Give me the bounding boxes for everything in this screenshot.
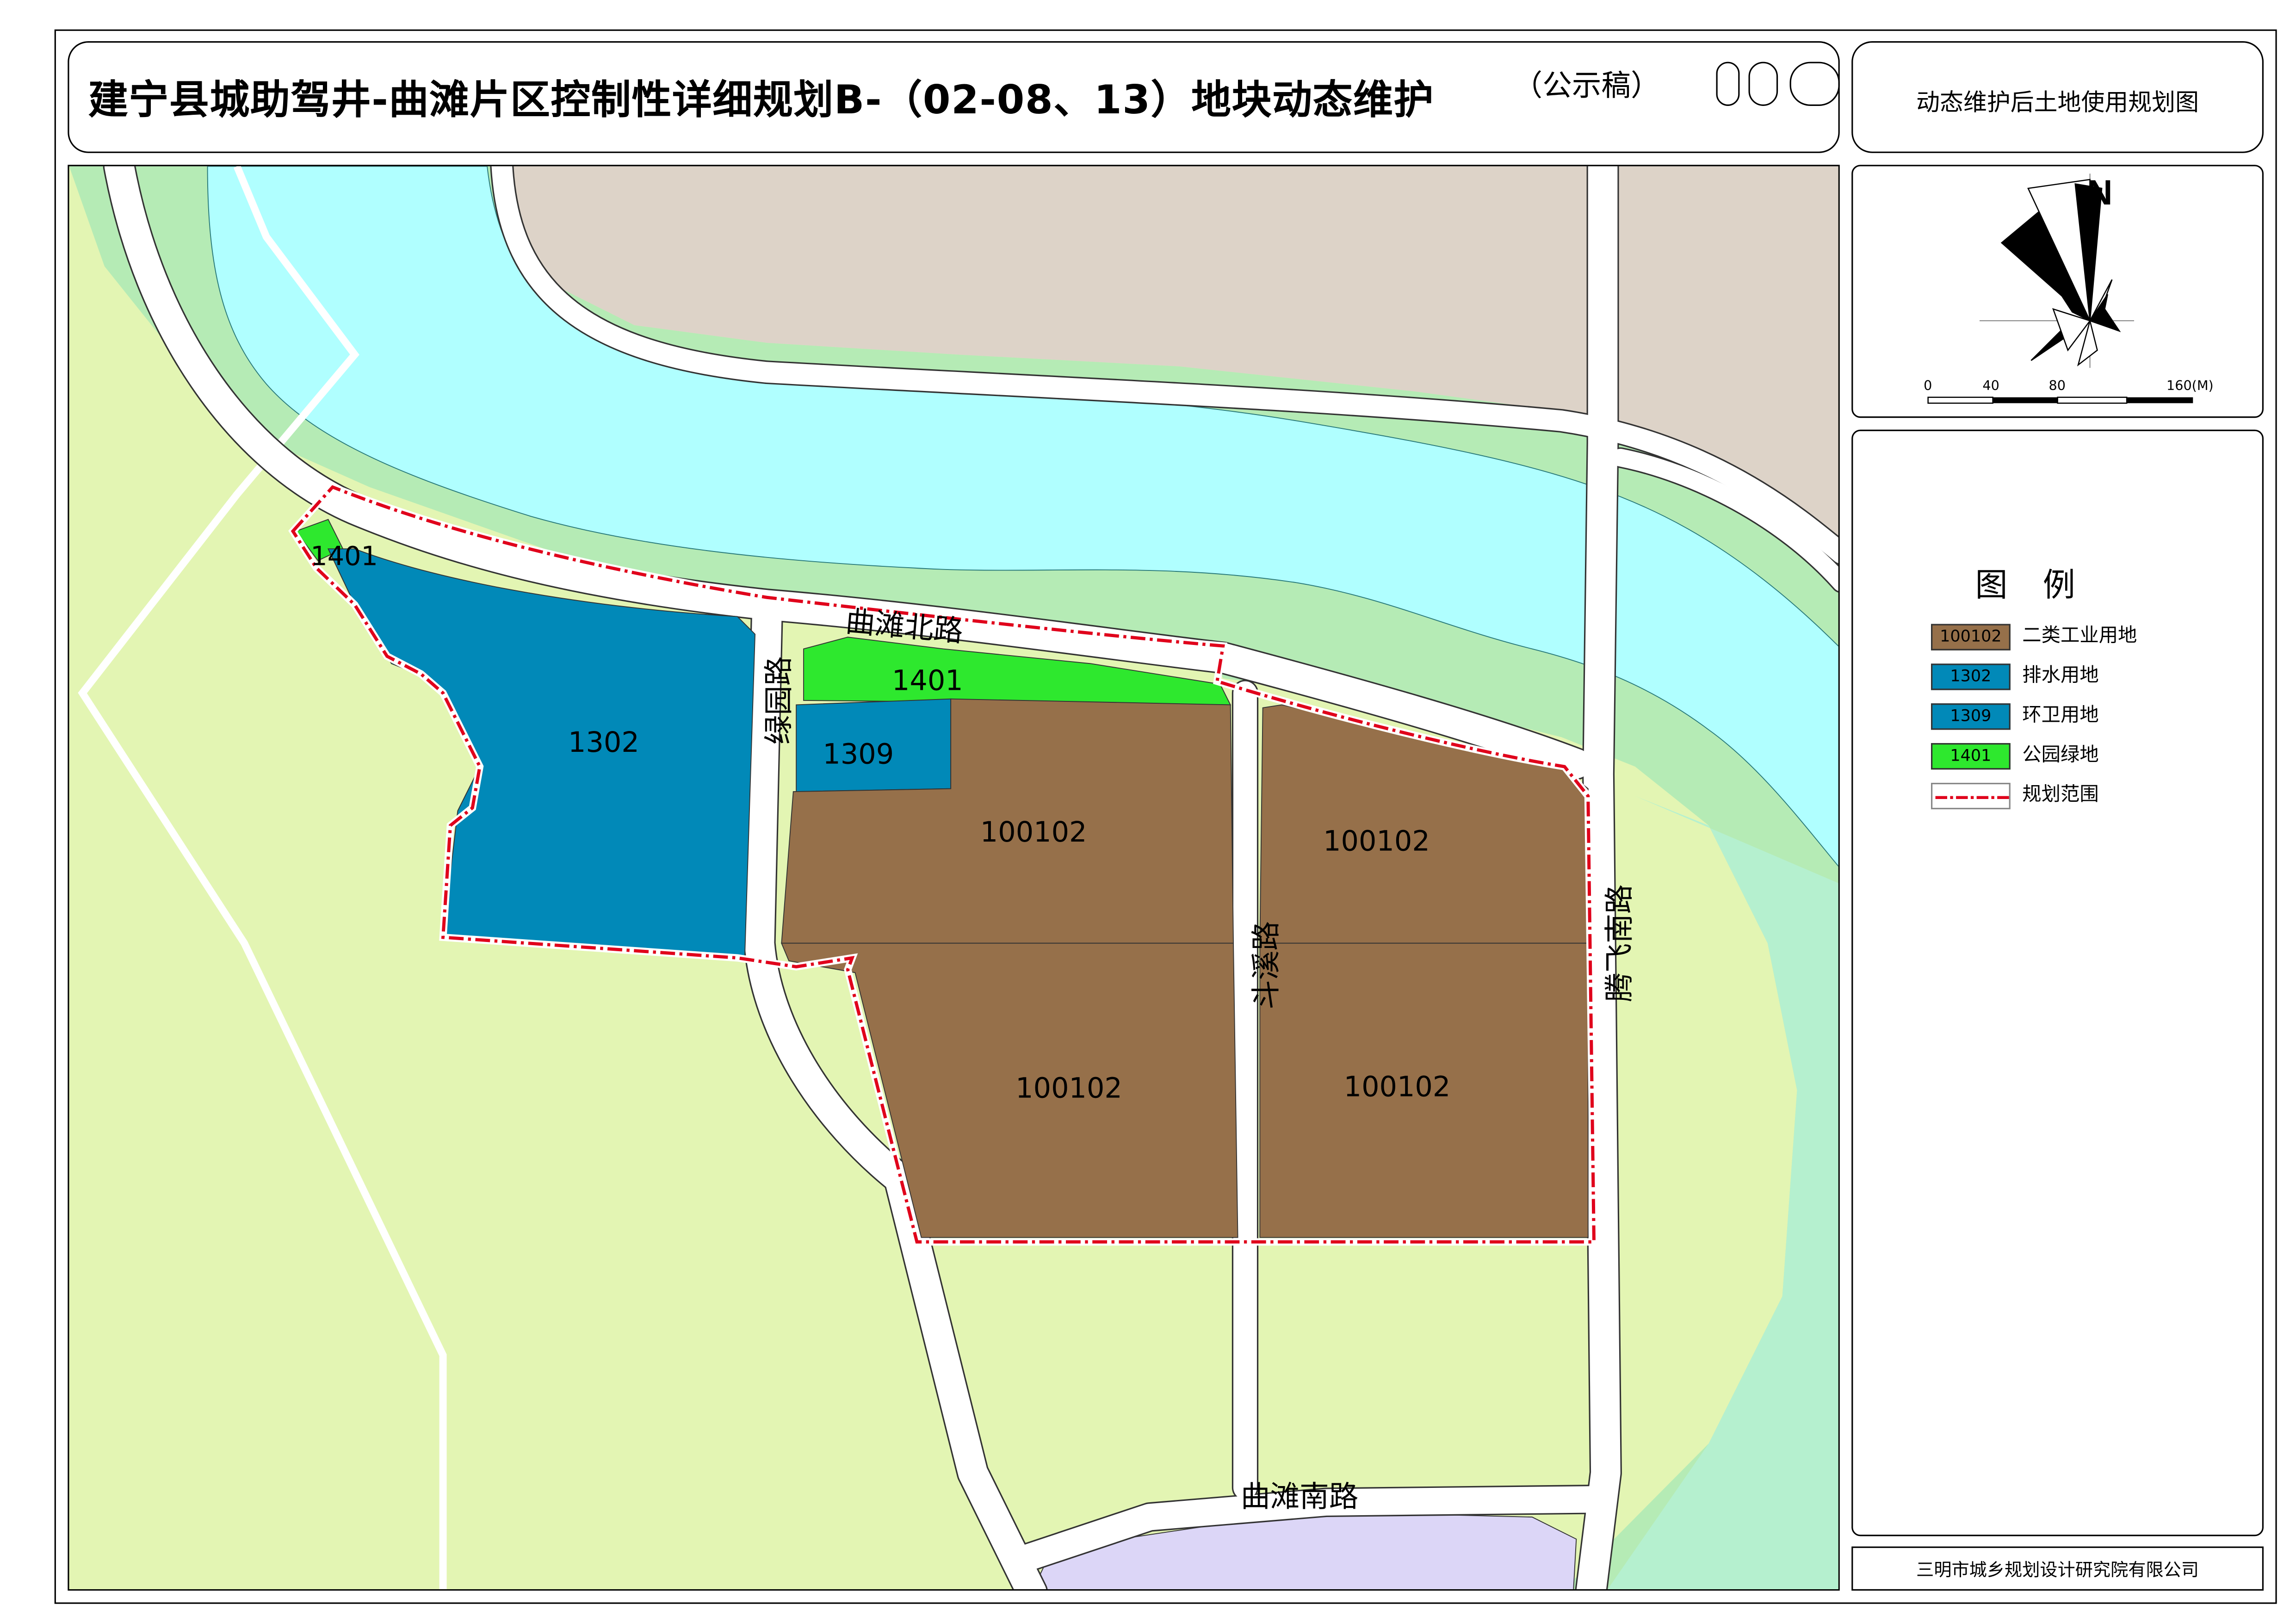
map-panel[interactable]: 1401 1302 1401 1309 100102 100102 100102… xyxy=(68,165,1840,1591)
parcel-label: 1302 xyxy=(568,726,639,759)
stamp-slot xyxy=(1748,62,1778,106)
parcel-label: 1401 xyxy=(892,665,963,697)
organization-name: 三明市城乡规划设计研究院有限公司 xyxy=(1916,1560,2199,1580)
legend-label: 公园绿地 xyxy=(2022,744,2099,767)
boundary-line-icon xyxy=(1931,782,2011,810)
scale-tick: 40 xyxy=(1982,379,1999,395)
stamp-slot xyxy=(1716,62,1740,106)
road-label: 绿园路 xyxy=(762,656,796,744)
legend-swatch: 1309 xyxy=(1931,703,2011,730)
map-title: 建宁县城助驾井-曲滩片区控制性详细规划B-（02-08、13）地块动态维护 xyxy=(88,78,1435,124)
parcel-label: 100102 xyxy=(980,816,1087,849)
road-label: 斗溪路 xyxy=(1249,921,1283,1010)
scale-tick: 80 xyxy=(2048,379,2066,395)
land-use-map[interactable]: 1401 1302 1401 1309 100102 100102 100102… xyxy=(69,166,1840,1591)
scale-tick: 160(M) xyxy=(2166,379,2214,395)
legend-swatch: 1401 xyxy=(1931,743,2011,770)
legend-swatch: 1302 xyxy=(1931,663,2011,690)
north-arrow-label: N xyxy=(2087,173,2113,214)
parcel-label: 1309 xyxy=(823,738,894,771)
legend-label: 规划范围 xyxy=(2022,784,2099,806)
scale-tick: 0 xyxy=(1924,379,1932,395)
parcel-label: 100102 xyxy=(1344,1071,1451,1103)
stamp-slot xyxy=(1789,62,1840,106)
road-label: 曲滩南路 xyxy=(1241,1480,1358,1514)
legend-label: 排水用地 xyxy=(2022,665,2099,688)
drawing-name: 动态维护后土地使用规划图 xyxy=(1916,88,2199,117)
draft-status: （公示稿） xyxy=(1513,68,1660,103)
road-label: 腾飞南路 xyxy=(1603,884,1637,1002)
map-sheet: 建宁县城助驾井-曲滩片区控制性详细规划B-（02-08、13）地块动态维护 （公… xyxy=(0,0,2296,1623)
parcel-label: 100102 xyxy=(1015,1072,1122,1105)
legend-label: 二类工业用地 xyxy=(2022,625,2137,648)
legend-title: 图例 xyxy=(1975,568,2111,605)
legend-swatch: 100102 xyxy=(1931,624,2011,650)
parcel-label: 1401 xyxy=(310,540,378,571)
legend-label: 环卫用地 xyxy=(2022,705,2099,727)
parcel-label: 100102 xyxy=(1323,825,1430,857)
